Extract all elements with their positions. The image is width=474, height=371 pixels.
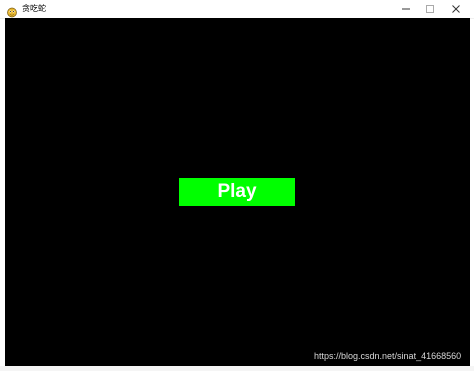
maximize-button[interactable] bbox=[417, 0, 443, 18]
snake-app-icon bbox=[6, 3, 18, 18]
background-fragment bbox=[262, 364, 302, 371]
minimize-button[interactable] bbox=[393, 0, 419, 18]
game-canvas[interactable]: Play bbox=[5, 18, 470, 366]
title-bar[interactable]: 贪吃蛇 bbox=[0, 0, 474, 19]
minimize-icon bbox=[402, 8, 410, 10]
watermark-text: https://blog.csdn.net/sinat_41668560 bbox=[314, 351, 462, 361]
maximize-icon bbox=[426, 5, 434, 13]
app-window: 贪吃蛇 Play https://blog.csdn.net/sinat_416… bbox=[0, 0, 474, 371]
close-icon bbox=[452, 5, 460, 13]
close-button[interactable] bbox=[443, 0, 469, 18]
window-title: 贪吃蛇 bbox=[22, 4, 46, 13]
background-strip bbox=[0, 366, 474, 371]
play-button[interactable]: Play bbox=[179, 178, 295, 206]
